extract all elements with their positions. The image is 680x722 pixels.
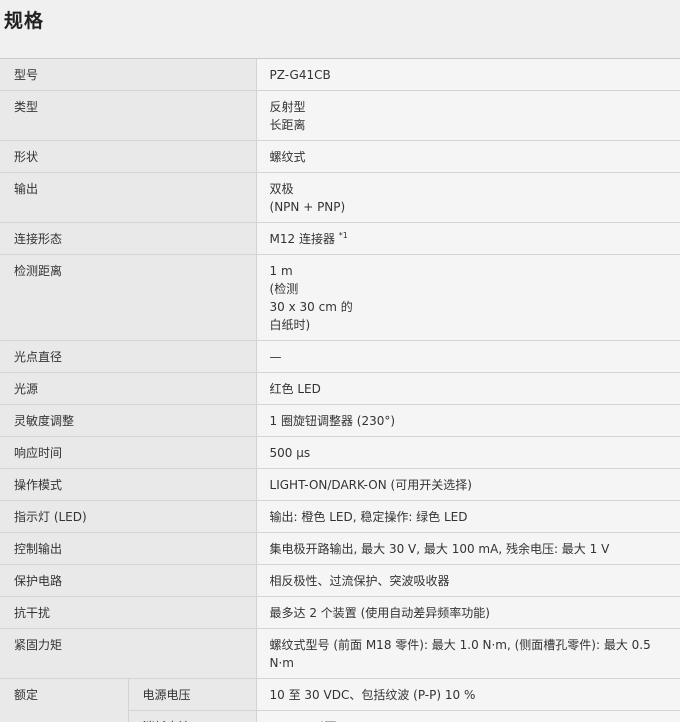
spec-value-line: 相反极性、过流保护、突波吸收器 — [269, 574, 450, 588]
spec-page: 规格 型号 PZ-G41CB 类型 反射型 长距离 形状 螺纹式 输出 双极 (NPN + PNP… — [0, 0, 680, 722]
spec-value: 红色 LED — [255, 372, 680, 405]
spec-value-line: 反射型 — [269, 100, 306, 114]
spec-row: 保护电路 相反极性、过流保护、突波吸收器 — [0, 564, 680, 597]
spec-label: 指示灯 (LED) — [0, 500, 257, 533]
spec-label: 光点直径 — [0, 340, 257, 373]
spec-sublabel: 电源电压 — [127, 678, 257, 711]
spec-row: 抗干扰 最多达 2 个装置 (使用自动差异频率功能) — [0, 596, 680, 629]
spec-value: 螺纹式 — [255, 140, 680, 173]
spec-row: 光源 红色 LED — [0, 372, 680, 405]
spec-label: 检测距离 — [0, 254, 257, 341]
spec-value: — — [255, 340, 680, 373]
spec-value: 相反极性、过流保护、突波吸收器 — [255, 564, 680, 597]
spec-label: 控制输出 — [0, 532, 257, 565]
spec-value: 34 mA 以下 — [255, 710, 680, 722]
spec-value-line: 1 圈旋钮调整器 (230°) — [269, 414, 396, 428]
spec-row: 形状 螺纹式 — [0, 140, 680, 173]
spec-value-line: M12 连接器 *1 — [269, 231, 348, 247]
spec-label: 保护电路 — [0, 564, 257, 597]
spec-value-line: 白纸时) — [269, 318, 311, 332]
spec-value-line: 螺纹式 — [269, 150, 306, 164]
spec-value-line: 500 μs — [269, 446, 311, 460]
footnote-marker: *1 — [338, 231, 348, 240]
spec-table: 型号 PZ-G41CB 类型 反射型 长距离 形状 螺纹式 输出 双极 (NPN + PNP) 连接… — [0, 59, 680, 722]
spec-value-line: LIGHT-ON/DARK-ON (可用开关选择) — [269, 478, 472, 492]
spec-value: 10 至 30 VDC、包括纹波 (P-P) 10 % — [255, 678, 680, 711]
spec-value: 最多达 2 个装置 (使用自动差异频率功能) — [255, 596, 680, 629]
spec-row: 类型 反射型长距离 — [0, 90, 680, 141]
spec-value: 输出: 橙色 LED, 稳定操作: 绿色 LED — [255, 500, 680, 533]
spec-row-rating: 额定 电源电压 10 至 30 VDC、包括纹波 (P-P) 10 % — [0, 678, 680, 722]
spec-value: 反射型 长距离 — [255, 90, 680, 141]
spec-label: 型号 — [0, 59, 257, 91]
spec-value-line: 双极 — [269, 182, 294, 196]
spec-value: 1 m (检测 30 x 30 cm 的白纸时) — [255, 254, 680, 341]
spec-value-line: 长距离 — [269, 118, 306, 132]
spec-row: 指示灯 (LED) 输出: 橙色 LED, 稳定操作: 绿色 LED — [0, 500, 680, 533]
spec-label: 灵敏度调整 — [0, 404, 257, 437]
spec-label: 操作模式 — [0, 468, 257, 501]
page-title: 规格 — [4, 10, 45, 32]
spec-value: M12 连接器 *1 — [255, 222, 680, 255]
spec-label: 抗干扰 — [0, 596, 257, 629]
spec-row: 响应时间 500 μs — [0, 436, 680, 469]
spec-value: 双极 (NPN + PNP) — [255, 172, 680, 223]
spec-value-line: 红色 LED — [269, 382, 321, 396]
spec-row: 光点直径 — — [0, 340, 680, 373]
spec-value-line: 30 x 30 cm 的 — [269, 300, 353, 314]
spec-row: 型号 PZ-G41CB — [0, 59, 680, 91]
spec-row: 连接形态 M12 连接器 *1 — [0, 222, 680, 255]
spec-label: 形状 — [0, 140, 257, 173]
spec-value-line: 输出: 橙色 LED, 稳定操作: 绿色 LED — [269, 510, 468, 524]
spec-label: 类型 — [0, 90, 257, 141]
spec-label-group: 额定 — [0, 678, 128, 722]
spec-value-line: PZ-G41CB — [269, 68, 331, 82]
spec-row: 检测距离 1 m (检测 30 x 30 cm 的白纸时) — [0, 254, 680, 341]
spec-value-line: 螺纹式型号 (前面 M18 零件): 最大 1.0 N·m, (侧面槽孔零件):… — [269, 638, 651, 670]
spec-row: 操作模式 LIGHT-ON/DARK-ON (可用开关选择) — [0, 468, 680, 501]
spec-value: PZ-G41CB — [255, 59, 680, 91]
spec-value-line: 最多达 2 个装置 (使用自动差异频率功能) — [269, 606, 490, 620]
spec-label: 响应时间 — [0, 436, 257, 469]
spec-label: 紧固力矩 — [0, 628, 257, 679]
spec-label: 输出 — [0, 172, 257, 223]
spec-row: 紧固力矩 螺纹式型号 (前面 M18 零件): 最大 1.0 N·m, (侧面槽孔… — [0, 628, 680, 679]
spec-sublabel: 消耗电流 — [127, 710, 257, 722]
spec-value-line: (检测 — [269, 282, 299, 296]
spec-value-line: 集电极开路输出, 最大 30 V, 最大 100 mA, 残余电压: 最大 1 … — [269, 542, 610, 556]
spec-value: 螺纹式型号 (前面 M18 零件): 最大 1.0 N·m, (侧面槽孔零件):… — [255, 628, 680, 679]
spec-value: 1 圈旋钮调整器 (230°) — [255, 404, 680, 437]
spec-row: 灵敏度调整 1 圈旋钮调整器 (230°) — [0, 404, 680, 437]
spec-value: 集电极开路输出, 最大 30 V, 最大 100 mA, 残余电压: 最大 1 … — [255, 532, 680, 565]
spec-row: 输出 双极 (NPN + PNP) — [0, 172, 680, 223]
spec-value: 500 μs — [255, 436, 680, 469]
spec-value-line: — — [269, 350, 282, 364]
spec-value-line: (NPN + PNP) — [269, 200, 346, 214]
spec-label: 光源 — [0, 372, 257, 405]
spec-label: 连接形态 — [0, 222, 257, 255]
spec-row: 控制输出 集电极开路输出, 最大 30 V, 最大 100 mA, 残余电压: 最… — [0, 532, 680, 565]
spec-value-line: 1 m — [269, 264, 293, 278]
spec-value: LIGHT-ON/DARK-ON (可用开关选择) — [255, 468, 680, 501]
